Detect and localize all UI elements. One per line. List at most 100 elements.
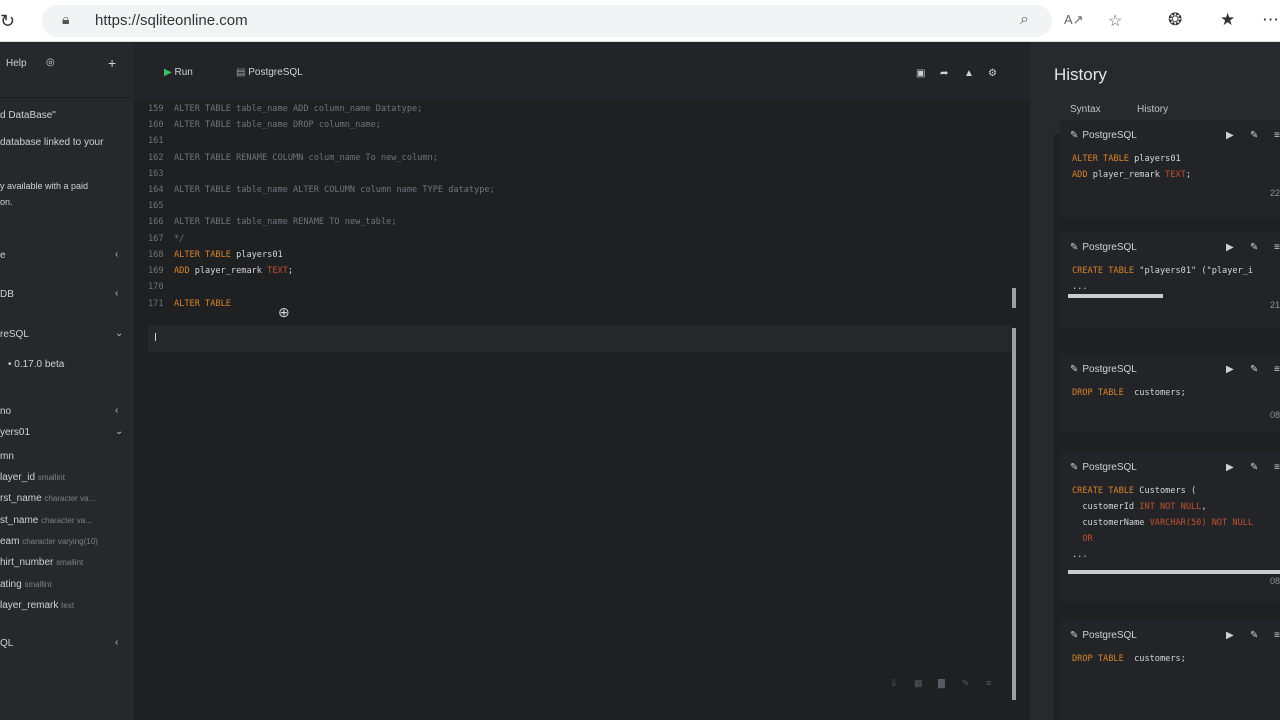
- url-text[interactable]: https://sqliteonline.com: [95, 12, 248, 29]
- chevron-left-icon[interactable]: ‹: [115, 637, 118, 648]
- code-line: 161: [148, 136, 174, 146]
- column-type: text: [61, 601, 75, 610]
- column-item[interactable]: eam character varying(10): [0, 536, 98, 547]
- keyword: ADD: [174, 266, 190, 276]
- history-card-scrollbar[interactable]: [1068, 294, 1163, 298]
- share-icon[interactable]: ➦: [940, 68, 948, 79]
- code-token: customerId: [1072, 502, 1135, 512]
- play-icon[interactable]: ▶: [1226, 462, 1234, 473]
- code-token: VARCHAR(50) NOT NULL: [1144, 518, 1254, 528]
- edit-icon[interactable]: ✎: [1250, 364, 1258, 375]
- line-number: 171: [148, 299, 164, 309]
- line-text: ALTER TABLE table_name DROP column_name;: [174, 120, 381, 130]
- code-token: ;: [1185, 170, 1192, 180]
- history-card-scrollbar[interactable]: [1068, 570, 1280, 574]
- lock-icon[interactable]: 🔒︎: [62, 11, 69, 28]
- code-line: 166 ALTER TABLE table_name RENAME TO new_…: [148, 217, 396, 227]
- chevron-left-icon[interactable]: ‹: [115, 288, 118, 299]
- column-item[interactable]: layer_id smallint: [0, 472, 65, 483]
- history-card[interactable]: ✎ PostgreSQL ▶ ✎ ≡ DROP TABLE customers; 08: [1060, 354, 1280, 432]
- extensions-icon[interactable]: ❂: [1168, 10, 1182, 30]
- column-group[interactable]: mn: [0, 451, 14, 462]
- help-link[interactable]: Help: [6, 58, 27, 69]
- sidebar-item[interactable]: no: [0, 406, 11, 417]
- line-number: 162: [148, 153, 164, 163]
- menu-icon[interactable]: ≡: [1274, 130, 1280, 141]
- history-title: History: [1054, 65, 1107, 84]
- table-item[interactable]: yers01: [0, 427, 30, 438]
- menu-icon[interactable]: ≡: [1274, 242, 1280, 253]
- column-item[interactable]: ating smallint: [0, 579, 52, 590]
- favorite-icon[interactable]: ☆: [1108, 11, 1122, 31]
- line-text: ALTER TABLE RENAME COLUMN colum_name To …: [174, 153, 438, 163]
- chevron-down-icon[interactable]: ⌄: [115, 426, 123, 437]
- db-label: PostgreSQL: [248, 67, 303, 78]
- add-icon[interactable]: +: [108, 55, 116, 71]
- column-name: ating: [0, 579, 22, 590]
- column-item[interactable]: hirt_number smallint: [0, 557, 83, 568]
- sidebar-item[interactable]: DB: [0, 289, 14, 300]
- export-icon[interactable]: ⇩: [890, 678, 898, 689]
- result-splitter[interactable]: [148, 326, 1012, 352]
- edit-icon[interactable]: ✎: [1250, 130, 1258, 141]
- play-icon[interactable]: ▶: [1226, 630, 1234, 641]
- menu-icon[interactable]: ≡: [1274, 364, 1280, 375]
- pencil-icon: ✎: [1070, 130, 1079, 141]
- history-card[interactable]: ✎ PostgreSQL ▶ ✎ ≡ ALTER TABLE players01 ADD p…: [1060, 120, 1280, 218]
- menu-icon[interactable]: ≡: [1274, 630, 1280, 641]
- edit-icon[interactable]: ✎: [1250, 630, 1258, 641]
- settings-icon[interactable]: ⚙: [988, 68, 997, 79]
- sidebar-item[interactable]: reSQL: [0, 329, 29, 340]
- history-card-time: 21: [1269, 300, 1280, 310]
- history-code-line: CREATE TABLE "players01" ("player_i: [1072, 266, 1253, 276]
- chevron-left-icon[interactable]: ‹: [115, 249, 118, 260]
- history-code-line: customerName VARCHAR(50) NOT NULL: [1072, 518, 1253, 528]
- result-scrollbar[interactable]: [1012, 328, 1016, 700]
- code-token: Customers (: [1134, 486, 1197, 496]
- user-icon[interactable]: ▲: [964, 68, 974, 79]
- reload-icon[interactable]: ↻: [0, 11, 20, 31]
- sidebar-item[interactable]: QL: [0, 638, 13, 649]
- chevron-down-icon[interactable]: ⌄: [115, 328, 123, 339]
- chevron-left-icon[interactable]: ‹: [115, 405, 118, 416]
- line-text: ALTER TABLE table_name ALTER COLUMN colu…: [174, 185, 495, 195]
- code-token: TEXT: [1159, 170, 1186, 180]
- history-card-db-label: PostgreSQL: [1082, 242, 1137, 253]
- play-icon[interactable]: ▶: [1226, 242, 1234, 253]
- play-icon[interactable]: ▶: [1226, 130, 1234, 141]
- more-icon[interactable]: ⋯: [1262, 10, 1279, 30]
- table-view-icon[interactable]: ▦: [914, 678, 923, 689]
- column-type: smallint: [56, 558, 84, 567]
- chat-icon[interactable]: ◎: [46, 57, 55, 68]
- history-card[interactable]: ✎ PostgreSQL ▶ ✎ ≡ CREATE TABLE "players01" (…: [1060, 232, 1280, 328]
- history-card[interactable]: ✎ PostgreSQL ▶ ✎ ≡ CREATE TABLE Customers ( c…: [1060, 452, 1280, 602]
- fullscreen-icon[interactable]: ▣: [916, 68, 925, 79]
- line-text: ALTER TABLE table_name RENAME TO new_tab…: [174, 217, 397, 227]
- column-item[interactable]: rst_name character va...: [0, 493, 95, 504]
- history-card[interactable]: ✎ PostgreSQL ▶ ✎ ≡ DROP TABLE customers;: [1060, 620, 1280, 720]
- column-item[interactable]: st_name character va...: [0, 515, 92, 526]
- tab-history[interactable]: History: [1137, 104, 1168, 115]
- edit-icon[interactable]: ✎: [1250, 242, 1258, 253]
- identifier: players01: [230, 250, 283, 260]
- menu-icon[interactable]: ≡: [1274, 462, 1280, 473]
- favorites-bar-icon[interactable]: ★: [1220, 10, 1235, 30]
- menu-icon[interactable]: ≡: [986, 678, 991, 688]
- line-number: 163: [148, 169, 164, 179]
- editor-scrollbar[interactable]: [1012, 288, 1016, 308]
- read-aloud-icon[interactable]: A↗: [1064, 12, 1084, 28]
- editor-pane: ▶ Run ▤ PostgreSQL ▣ ➦ ▲ ⚙ 159 ALTER TABL…: [134, 42, 1030, 720]
- keyword: ALTER TABLE: [174, 299, 231, 309]
- mouse-cursor-icon: ⊕: [278, 304, 290, 320]
- line-number: 161: [148, 136, 164, 146]
- play-icon[interactable]: ▶: [1226, 364, 1234, 375]
- edit-icon[interactable]: ✎: [962, 678, 970, 689]
- edit-icon[interactable]: ✎: [1250, 462, 1258, 473]
- zoom-icon[interactable]: ⌕: [1020, 11, 1029, 29]
- run-button[interactable]: ▶ Run: [164, 67, 193, 78]
- sidebar-item[interactable]: e: [0, 250, 6, 261]
- db-select-button[interactable]: ▤ PostgreSQL: [236, 67, 303, 78]
- column-item[interactable]: layer_remark text: [0, 600, 74, 611]
- chart-icon[interactable]: ▇: [938, 678, 945, 689]
- tab-syntax[interactable]: Syntax: [1070, 104, 1101, 115]
